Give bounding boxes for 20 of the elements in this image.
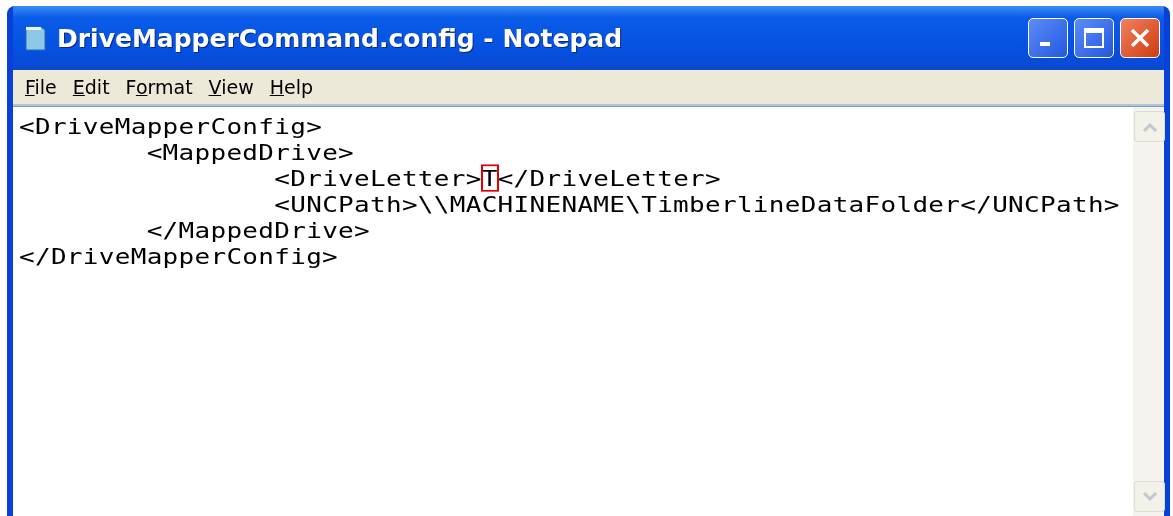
notepad-icon: [23, 24, 47, 52]
text-line: <DriveLetter>T</DriveLetter>: [273, 167, 721, 190]
close-icon: [1128, 26, 1152, 50]
text-area[interactable]: <DriveMapperConfig> <MappedDrive> <DriveLetter>T</DriveLetter> <UNCPath>\\MACHINENAME\TimberlineDataFolder</UNCPath> </MappedDrive> </DriveMapperConfig>: [13, 106, 1164, 516]
minimize-button[interactable]: [1028, 18, 1068, 58]
menu-item[interactable]: Help: [261, 74, 322, 100]
text-line: <DriveMapperConfig>: [19, 115, 323, 138]
menu-item[interactable]: Format: [117, 74, 201, 100]
menu-item[interactable]: View: [200, 74, 262, 100]
maximize-icon: [1082, 26, 1106, 50]
text-line: </DriveMapperConfig>: [19, 245, 339, 268]
window-title: DriveMapperCommand.config - Notepad: [57, 23, 624, 53]
text-line: </MappedDrive>: [145, 219, 370, 242]
maximize-button[interactable]: [1074, 18, 1114, 58]
text-line: <UNCPath>\\MACHINENAME\TimberlineDataFolder</UNCPath>: [273, 193, 1120, 216]
close-button[interactable]: [1120, 18, 1160, 58]
minimize-icon: [1040, 42, 1050, 46]
menu-item[interactable]: Edit: [64, 74, 118, 100]
menu-item[interactable]: File: [17, 74, 65, 100]
text-line: <MappedDrive>: [145, 141, 355, 164]
